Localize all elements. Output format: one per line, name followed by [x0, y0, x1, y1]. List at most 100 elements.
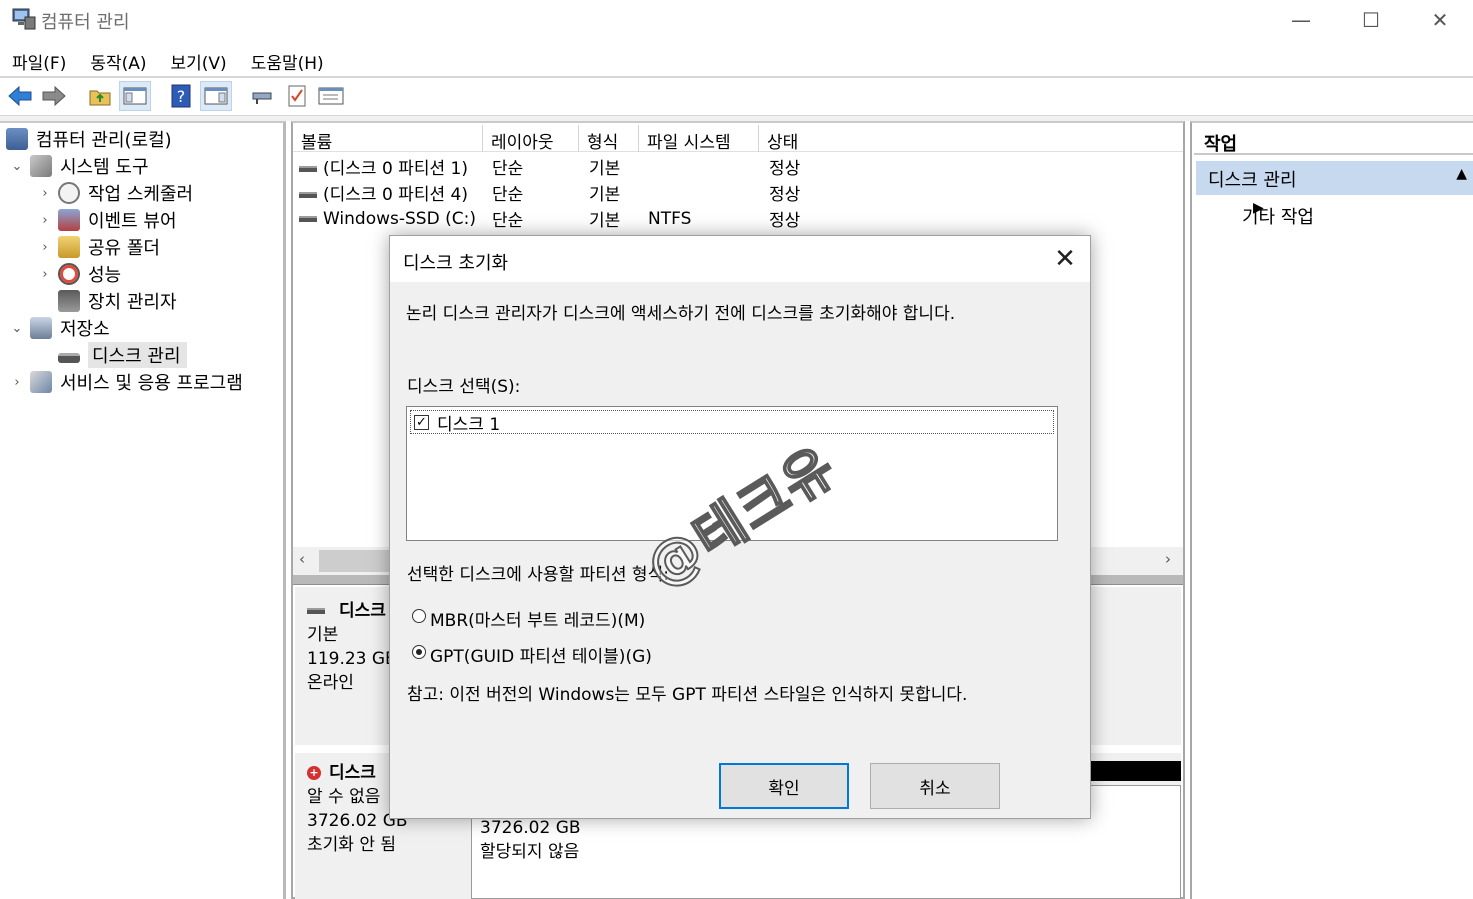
show-hide-console-tree-button[interactable]: [119, 81, 151, 111]
cancel-button[interactable]: 취소: [870, 763, 1000, 809]
compatibility-note: 참고: 이전 버전의 Windows는 모두 GPT 파티션 스타일은 인식하지…: [407, 685, 968, 705]
checklist-icon: [288, 85, 306, 107]
svg-text:?: ?: [177, 87, 186, 106]
menu-file[interactable]: 파일(F): [0, 44, 78, 74]
shared-folders-icon: [58, 236, 80, 258]
show-hide-tree-icon: [123, 87, 147, 105]
mbr-radio[interactable]: [412, 609, 426, 623]
volume-list-header: 볼륨 레이아웃 형식 파일 시스템 상태: [293, 125, 1183, 153]
disk-1-name: 디스크: [329, 763, 376, 783]
partition-style-label: 선택한 디스크에 사용할 파티션 형식:: [407, 565, 669, 585]
disk-0-name: 디스크: [339, 601, 386, 621]
select-disk-label: 디스크 선택(S):: [407, 377, 521, 397]
disk-icon: [307, 608, 325, 614]
tree-item-storage[interactable]: ⌄ 저장소: [10, 315, 110, 341]
tree-item-performance[interactable]: › 성능: [38, 261, 121, 287]
menu-help[interactable]: 도움말(H): [239, 44, 336, 74]
column-status[interactable]: 상태: [759, 125, 1183, 153]
tree-item-computer-management[interactable]: 컴퓨터 관리(로컬): [6, 126, 172, 152]
chevron-right-icon[interactable]: ›: [38, 186, 52, 201]
computer-management-icon: [6, 128, 28, 150]
partition-status: 할당되지 않음: [480, 842, 580, 862]
show-hide-action-pane-button[interactable]: [200, 81, 232, 111]
scroll-left-icon[interactable]: ‹: [299, 550, 305, 568]
title-bar: 컴퓨터 관리 — ☐ ✕: [0, 0, 1473, 40]
tree-item-shared-folders[interactable]: › 공유 폴더: [38, 234, 160, 260]
disk-1-status: 초기화 안 됨: [307, 835, 397, 855]
forward-arrow-icon: [42, 85, 66, 107]
storage-icon: [30, 317, 52, 339]
window-title: 컴퓨터 관리: [41, 12, 130, 33]
volume-icon: [299, 166, 317, 172]
chevron-down-icon[interactable]: ⌄: [10, 159, 24, 174]
disk-management-icon: [58, 353, 80, 363]
device-manager-icon: [58, 290, 80, 312]
up-one-level-button[interactable]: [84, 81, 116, 111]
menu-view[interactable]: 보기(V): [159, 44, 239, 74]
console-tree: 컴퓨터 관리(로컬) ⌄ 시스템 도구 › 작업 스케줄러 › 이벤트 뷰어 ›…: [0, 121, 286, 899]
gpt-radio[interactable]: [412, 645, 426, 659]
forward-button[interactable]: [38, 81, 70, 111]
tree-item-device-manager[interactable]: 장치 관리자: [38, 288, 177, 314]
partition-header-bar: [1083, 761, 1181, 781]
tree-item-task-scheduler[interactable]: › 작업 스케줄러: [38, 180, 193, 206]
system-tools-icon: [30, 155, 52, 177]
task-scheduler-icon: [58, 182, 80, 204]
chevron-right-icon[interactable]: ›: [38, 213, 52, 228]
disk-0-type: 기본: [307, 625, 339, 645]
scroll-thumb[interactable]: [319, 550, 389, 572]
chevron-right-icon[interactable]: ›: [10, 375, 24, 390]
actions-section-disk-management[interactable]: 디스크 관리 ▲: [1196, 161, 1473, 195]
performance-icon: [58, 263, 80, 285]
tree-item-event-viewer[interactable]: › 이벤트 뷰어: [38, 207, 177, 233]
back-button[interactable]: [4, 81, 36, 111]
tree-item-disk-management[interactable]: 디스크 관리: [38, 342, 187, 368]
dialog-message: 논리 디스크 관리자가 디스크에 액세스하기 전에 디스크를 초기화해야 합니다…: [406, 304, 956, 324]
menu-bar: 파일(F) 동작(A) 보기(V) 도움말(H): [0, 44, 1473, 74]
list-item[interactable]: ✓ 디스크 1: [410, 410, 1054, 435]
toolbar: ?: [0, 78, 1473, 114]
radio-selected-dot: [416, 649, 422, 655]
minimize-button[interactable]: —: [1266, 0, 1336, 40]
back-arrow-icon: [8, 85, 32, 107]
tree-item-services-apps[interactable]: › 서비스 및 응용 프로그램: [10, 369, 243, 395]
gpt-label[interactable]: GPT(GUID 파티션 테이블)(G): [430, 642, 652, 667]
ok-button[interactable]: 확인: [719, 763, 849, 809]
dialog-close-button[interactable]: ✕: [1042, 242, 1088, 276]
submenu-arrow-icon[interactable]: ▶: [1253, 200, 1264, 216]
menu-action[interactable]: 동작(A): [78, 44, 158, 74]
chevron-right-icon[interactable]: ›: [38, 240, 52, 255]
properties-button[interactable]: [315, 81, 347, 111]
chevron-right-icon[interactable]: ›: [38, 267, 52, 282]
maximize-button[interactable]: ☐: [1336, 0, 1406, 40]
tree-item-system-tools[interactable]: ⌄ 시스템 도구: [10, 153, 149, 179]
connect-button[interactable]: [246, 81, 278, 111]
event-viewer-icon: [58, 209, 80, 231]
up-folder-icon: [89, 90, 111, 106]
check-button[interactable]: [281, 81, 313, 111]
connect-icon: [252, 92, 272, 104]
collapse-up-icon[interactable]: ▲: [1456, 166, 1467, 182]
mbr-label[interactable]: MBR(마스터 부트 레코드)(M): [430, 606, 645, 631]
disk-1-checkbox[interactable]: ✓: [414, 414, 429, 430]
column-layout[interactable]: 레이아웃: [483, 125, 579, 153]
actions-pane: 작업 디스크 관리 ▲ 기타 작업: [1190, 121, 1473, 899]
close-window-button[interactable]: ✕: [1405, 0, 1473, 40]
partition-size: 3726.02 GB: [480, 818, 581, 838]
properties-icon: [318, 87, 344, 105]
help-button[interactable]: ?: [165, 81, 197, 111]
computer-management-icon: [12, 8, 36, 30]
column-file-system[interactable]: 파일 시스템: [639, 125, 759, 153]
services-apps-icon: [30, 371, 52, 393]
show-hide-action-icon: [204, 87, 228, 105]
column-volume[interactable]: 볼륨: [293, 125, 483, 153]
scroll-right-icon[interactable]: ›: [1165, 550, 1171, 568]
disk-0-status: 온라인: [307, 673, 354, 693]
dialog-title-bar: 디스크 초기화 ✕: [390, 236, 1090, 282]
help-icon: ?: [171, 84, 191, 108]
actions-header: 작업: [1194, 125, 1473, 155]
volume-icon: [299, 192, 317, 198]
disk-error-icon: +: [307, 766, 321, 780]
chevron-down-icon[interactable]: ⌄: [10, 321, 24, 336]
column-type[interactable]: 형식: [579, 125, 639, 153]
